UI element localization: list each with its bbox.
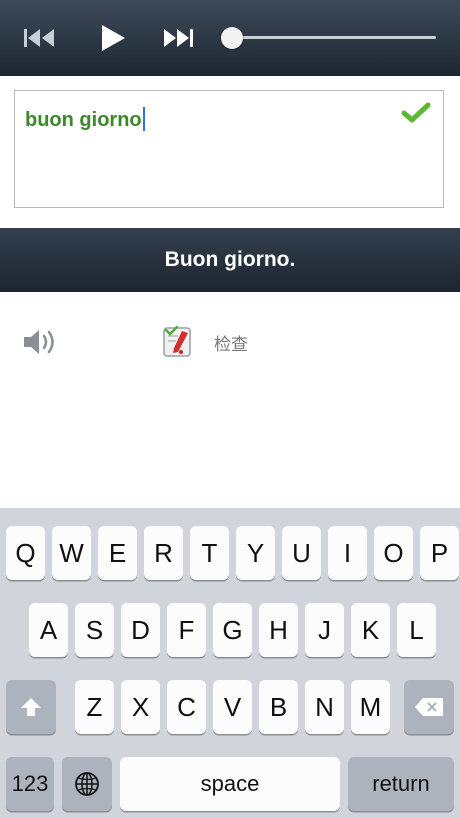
key-i[interactable]: I [328, 526, 367, 580]
backspace-key[interactable] [404, 680, 454, 734]
key-v[interactable]: V [213, 680, 252, 734]
skip-forward-button[interactable] [158, 18, 198, 58]
progress-slider-thumb[interactable] [221, 27, 243, 49]
key-u[interactable]: U [282, 526, 321, 580]
key-x[interactable]: X [121, 680, 160, 734]
check-button[interactable]: 检查 [160, 324, 248, 360]
key-y[interactable]: Y [236, 526, 275, 580]
globe-key[interactable] [62, 757, 112, 811]
phrase-text: Buon giorno. [164, 248, 296, 271]
space-key[interactable]: space [120, 757, 340, 811]
return-key[interactable]: return [348, 757, 454, 811]
key-g[interactable]: G [213, 603, 252, 657]
key-j[interactable]: J [305, 603, 344, 657]
check-label: 检查 [214, 334, 248, 354]
shift-key[interactable] [6, 680, 56, 734]
key-a[interactable]: A [29, 603, 68, 657]
key-s[interactable]: S [75, 603, 114, 657]
shift-arrow-icon [21, 698, 41, 716]
numbers-key[interactable]: 123 [6, 757, 54, 811]
skip-back-icon [24, 29, 54, 47]
checkmark-icon [401, 102, 431, 123]
answer-input-text: buon giorno [25, 107, 145, 132]
key-q[interactable]: Q [6, 526, 45, 580]
progress-slider-track[interactable] [232, 36, 436, 39]
play-icon [102, 25, 125, 51]
audio-player-bar [0, 0, 460, 76]
key-z[interactable]: Z [75, 680, 114, 734]
key-l[interactable]: L [397, 603, 436, 657]
skip-forward-icon [164, 29, 193, 47]
keyboard: 123 space return QWERTYUIOP ASDFGHJKL ZXCV… [0, 508, 460, 818]
key-h[interactable]: H [259, 603, 298, 657]
exam-pencil-icon [163, 325, 191, 357]
key-p[interactable]: P [420, 526, 459, 580]
key-f[interactable]: F [167, 603, 206, 657]
text-caret [142, 107, 145, 131]
play-button[interactable] [92, 18, 132, 58]
answer-input[interactable]: buon giorno [14, 90, 444, 208]
key-c[interactable]: C [167, 680, 206, 734]
phrase-bar: Buon giorno. [0, 228, 460, 292]
key-m[interactable]: M [351, 680, 390, 734]
key-t[interactable]: T [190, 526, 229, 580]
backspace-icon [415, 698, 443, 716]
globe-icon [75, 772, 99, 796]
speaker-button[interactable] [22, 326, 62, 363]
key-d[interactable]: D [121, 603, 160, 657]
skip-back-button[interactable] [20, 18, 60, 58]
answer-value: buon giorno [25, 109, 142, 131]
key-o[interactable]: O [374, 526, 413, 580]
key-n[interactable]: N [305, 680, 344, 734]
key-b[interactable]: B [259, 680, 298, 734]
key-r[interactable]: R [144, 526, 183, 580]
key-w[interactable]: W [52, 526, 91, 580]
key-k[interactable]: K [351, 603, 390, 657]
key-e[interactable]: E [98, 526, 137, 580]
speaker-icon [24, 330, 54, 354]
